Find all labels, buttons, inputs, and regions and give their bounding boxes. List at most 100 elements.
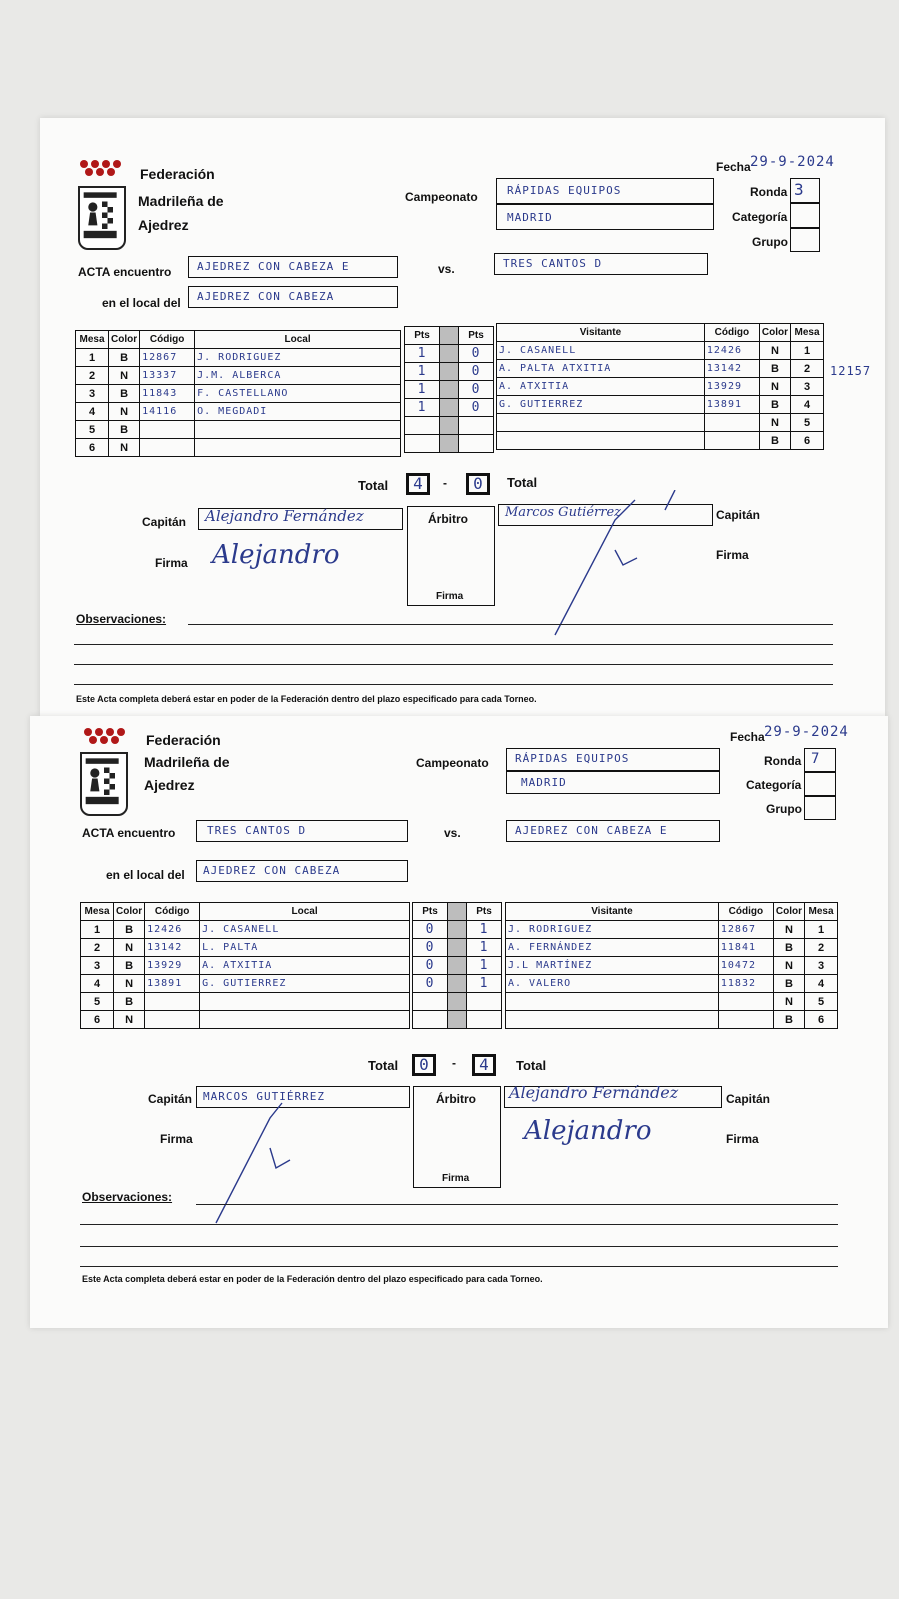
mesa-cell: 1: [80, 920, 114, 939]
color-cell: N: [772, 992, 806, 1011]
obs-line-4: [74, 684, 833, 685]
visitante-results-table: Visitante Código Color Mesa J. CASANELL 12426…: [496, 323, 824, 450]
player-cell: A. VALERO: [505, 974, 719, 993]
local-results-table: Mesa Color Código Local 1 B 12867 J. RODRIGUEZ 2…: [75, 330, 401, 457]
local-value: AJEDREZ CON CABEZA: [197, 290, 335, 303]
player-cell: L. PALTA: [199, 938, 410, 957]
total-sep: -: [443, 476, 447, 490]
local-header: Local: [199, 902, 410, 921]
campeonato-line1: RÁPIDAS EQUIPOS: [515, 752, 630, 765]
points-table: Pts Pts 0 1 0 1 0 1 0 1: [412, 902, 502, 1029]
acta-local: AJEDREZ CON CABEZA E: [197, 260, 350, 273]
color-header: Color: [772, 902, 806, 921]
codigo-cell: [144, 1010, 201, 1029]
mesa-cell: 3: [75, 384, 109, 403]
obs-line-1: [196, 1204, 838, 1205]
pts-local-cell: [404, 416, 440, 435]
player-cell: [496, 413, 705, 432]
codigo-cell: [139, 438, 196, 457]
pts-visitante-header: Pts: [458, 326, 494, 345]
campeonato-line1-box: RÁPIDAS EQUIPOS: [506, 748, 720, 771]
player-cell: [505, 1010, 719, 1029]
campeonato-line2: MADRID: [507, 211, 553, 224]
arbitro-firma-label: Firma: [436, 591, 464, 602]
color-cell: B: [772, 1010, 806, 1029]
fecha-value: 29-9-2024: [764, 724, 849, 740]
grupo-label: Grupo: [752, 235, 788, 249]
pts-gap: [439, 380, 459, 399]
player-cell: [194, 420, 401, 439]
federation-line1: Federación: [140, 166, 215, 182]
pts-gap: [447, 920, 467, 939]
table-row: 4 N 14116 O. MEGDADI: [75, 402, 401, 421]
pts-gap: [447, 1010, 467, 1029]
obs-line-3: [80, 1246, 838, 1247]
total-sep: -: [452, 1056, 456, 1070]
table-row: N5: [505, 992, 838, 1011]
pts-local-cell: [412, 992, 448, 1011]
pts-gap: [447, 974, 467, 993]
acta-sheet-1: Federación Madrileña de Ajedrez Fecha 29…: [40, 118, 885, 716]
pts-visitante-cell: [458, 434, 494, 453]
player-cell: J.M. ALBERCA: [194, 366, 401, 385]
mesa-header: Mesa: [75, 330, 109, 349]
codigo-cell: 11841: [717, 938, 774, 957]
firma-local-label: Firma: [160, 1132, 193, 1146]
obs-line-2: [74, 644, 833, 645]
mesa-cell: 2: [804, 938, 838, 957]
codigo-cell: 13929: [703, 377, 760, 396]
pts-local-header: Pts: [404, 326, 440, 345]
player-cell: [194, 438, 401, 457]
pts-gap: [439, 326, 459, 345]
chess-crest-logo: [78, 186, 126, 250]
footer-note: Este Acta completa deberá estar en poder…: [82, 1274, 543, 1284]
mesa-cell: 6: [75, 438, 109, 457]
table-row: [404, 434, 494, 453]
pts-local-header: Pts: [412, 902, 448, 921]
ronda-label: Ronda: [764, 754, 802, 768]
mesa-cell: 6: [80, 1010, 114, 1029]
color-cell: N: [112, 1010, 146, 1029]
table-row: 3 B 13929 A. ATXITIA: [80, 956, 410, 975]
color-cell: N: [107, 366, 141, 385]
codigo-cell: 13929: [144, 956, 201, 975]
table-row: [412, 1010, 502, 1029]
vs-label: vs.: [438, 262, 455, 276]
firma-local-label: Firma: [155, 556, 188, 570]
observaciones-label: Observaciones:: [76, 612, 167, 626]
pts-gap: [439, 416, 459, 435]
acta-visitante-box: AJEDREZ CON CABEZA E: [506, 820, 720, 842]
table-row: A. VALERO 11832 B 4: [505, 974, 838, 993]
total-local-box: 0: [412, 1054, 436, 1076]
table-row: 4 N 13891 G. GUTIERREZ: [80, 974, 410, 993]
categoria-box: [790, 203, 820, 228]
table-row: [412, 992, 502, 1011]
pts-local-cell: 0: [412, 938, 448, 957]
visitante-header: Visitante: [496, 323, 705, 342]
acta-visitante: AJEDREZ CON CABEZA E: [515, 824, 668, 837]
table-header: Pts Pts: [412, 902, 502, 921]
total-local-label: Total: [368, 1058, 399, 1073]
mesa-cell: 4: [80, 974, 114, 993]
codigo-cell: 12426: [703, 341, 760, 360]
local-header: Local: [194, 330, 401, 349]
player-cell: J. RODRIGUEZ: [505, 920, 719, 939]
mesa-cell: 6: [804, 1010, 838, 1029]
table-row: 10: [404, 398, 494, 417]
pts-local-cell: 0: [412, 956, 448, 975]
player-cell: J.L MARTÍNEZ: [505, 956, 719, 975]
acta-label: ACTA encuentro: [82, 826, 176, 840]
table-header: Visitante Código Color Mesa: [505, 902, 838, 921]
ronda-value: 7: [811, 751, 821, 767]
color-cell: B: [772, 974, 806, 993]
mesa-cell: 4: [75, 402, 109, 421]
player-cell: [496, 431, 705, 450]
federation-line1: Federación: [146, 732, 221, 748]
player-cell: J. CASANELL: [496, 341, 705, 360]
fecha-value: 29-9-2024: [750, 154, 835, 170]
table-row: 10: [404, 344, 494, 363]
total-visitante-label: Total: [516, 1058, 547, 1073]
campeonato-line2-box: MADRID: [506, 771, 720, 794]
mesa-cell: 5: [790, 413, 824, 432]
federation-line3: Ajedrez: [138, 217, 189, 233]
